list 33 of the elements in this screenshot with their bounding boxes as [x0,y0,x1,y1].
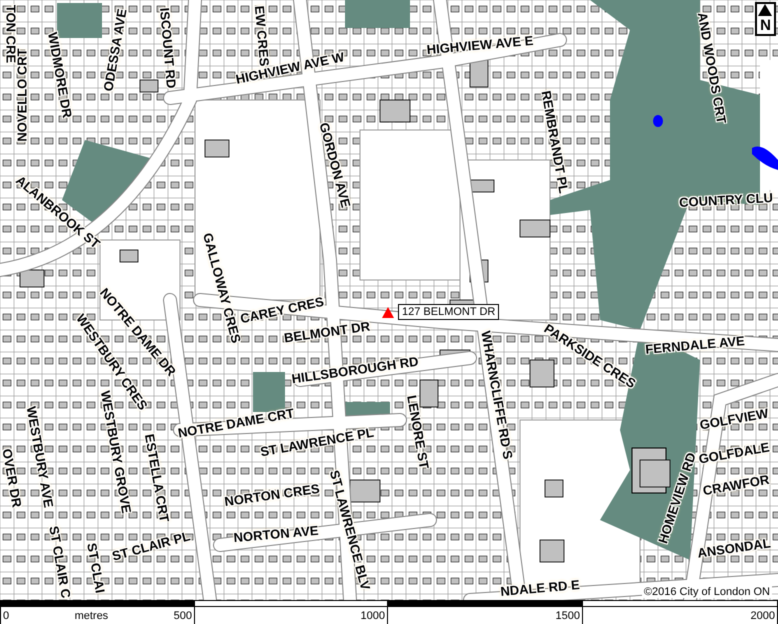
street-label: ISCOUNT RD [158,7,178,89]
street-label: LENORE ST [405,394,431,470]
scale-tick-label: 2000 [750,610,775,622]
street-label: FERNDALE AVE [644,334,746,356]
street-label: NORTON CRES [224,482,320,508]
scale-unit-label: metres [74,610,108,622]
street-label: GOLFVIEW [698,406,770,432]
street-label: GOLFDALE [698,440,770,466]
street-label: NORTON AVE [233,524,319,544]
scale-tick-label: 0 [3,610,10,622]
street-label: ODESSA AVE [101,8,129,92]
street-label: OVER DR [0,448,24,508]
triangle-marker-icon [382,306,394,318]
street-label: COUNTRY CLU [678,191,774,209]
scale-tick-label: 1500 [556,610,580,622]
street-label: ANSONDAL [696,536,772,560]
street-label: AND WOODS CRT [696,11,728,125]
street-label: TON CRE [4,4,18,64]
street-label: ST CLAIR PL [110,529,192,563]
street-label: ESTELLA CRT [142,433,172,523]
street-label: NOVELLO CRT [16,48,28,142]
scale-tick-label: 500 [174,610,192,622]
street-label: WESTBURY AVE [24,405,56,509]
scale-tick-label: 1000 [360,610,385,622]
street-label: ST CLAIR C [47,524,73,600]
street-label: ST CLAI [85,542,107,594]
address-label: 127 BELMONT DR [398,304,500,320]
street-label: WIDMORE DR [46,31,74,119]
street-label: CRAWFOR [702,472,770,498]
north-arrow-icon [758,4,772,16]
street-label: HIGHVIEW AVE E [426,34,534,56]
street-label: NDALE RD E [500,578,580,598]
copyright-text: ©2016 City of London ON [642,586,772,598]
